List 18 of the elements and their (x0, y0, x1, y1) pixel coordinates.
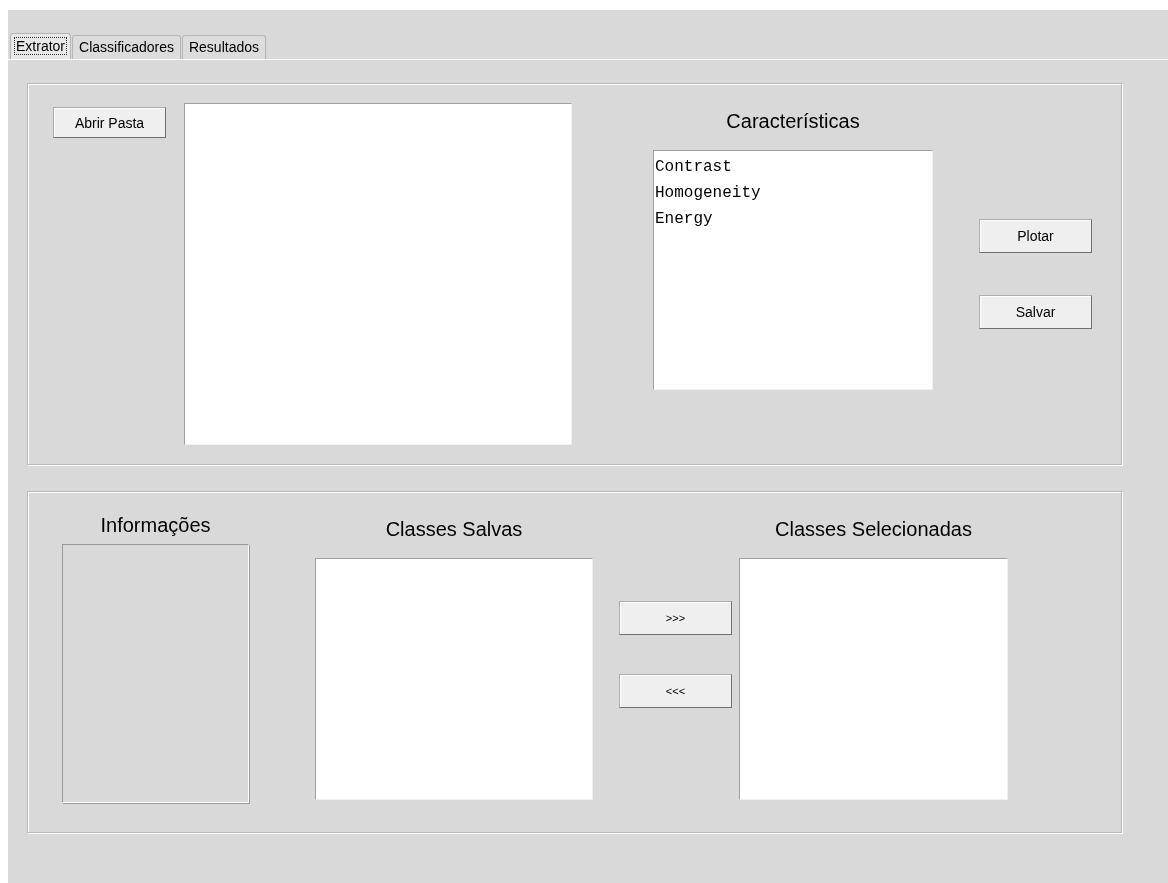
saved-classes-title: Classes Salvas (385, 518, 523, 542)
saved-classes-list[interactable] (315, 558, 593, 800)
features-title: Características (726, 110, 860, 134)
feature-item[interactable]: Contrast (655, 154, 732, 180)
plot-button[interactable]: Plotar (979, 219, 1092, 253)
tab[interactable]: Resultados (181, 35, 266, 59)
info-title: Informações (100, 514, 211, 538)
feature-item[interactable]: Homogeneity (655, 180, 761, 206)
remove-button[interactable]: <<< (619, 674, 732, 708)
selected-classes-list[interactable] (739, 558, 1008, 800)
features-list[interactable]: Contrast Homogeneity Energy (653, 150, 933, 390)
open-folder-button[interactable]: Abrir Pasta (53, 107, 166, 138)
tab[interactable]: Extrator (10, 33, 71, 59)
tab[interactable]: Classificadores (72, 35, 181, 59)
save-button[interactable]: Salvar (979, 295, 1092, 329)
add-button[interactable]: >>> (619, 601, 732, 635)
selected-classes-title: Classes Selecionadas (775, 518, 972, 542)
feature-item[interactable]: Energy (655, 206, 713, 232)
